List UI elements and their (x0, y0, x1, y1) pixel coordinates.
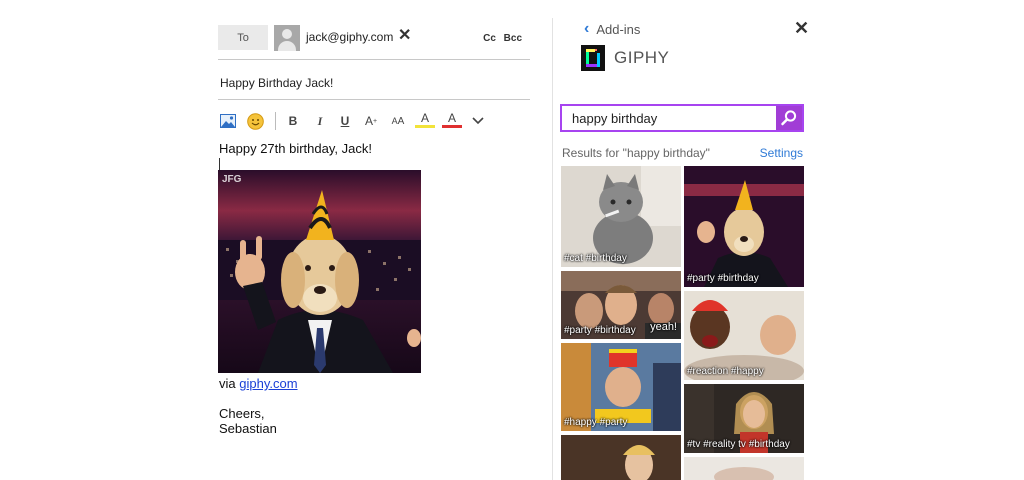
result-tags: #cat #birthday (564, 253, 627, 264)
giphy-link[interactable]: giphy.com (239, 376, 297, 391)
cc-bcc-button[interactable]: Cc Bcc (483, 33, 522, 44)
divider (218, 59, 530, 60)
underline-button[interactable]: U (335, 110, 355, 132)
result-cat-birthday[interactable]: #cat #birthday (561, 166, 681, 267)
chevron-left-icon: ‹ (584, 20, 590, 37)
result-tags: #party #birthday (564, 325, 636, 336)
search-input[interactable] (562, 106, 772, 130)
grow-font-button[interactable]: A + (361, 110, 381, 132)
results-label: Results for "happy birthday" (562, 146, 710, 160)
search-box (560, 104, 804, 132)
result-extra-2[interactable] (684, 457, 804, 480)
app-name: GIPHY (614, 48, 670, 67)
to-row: To jack@giphy.com ✕ Cc Bcc (218, 25, 530, 53)
close-icon[interactable]: ✕ (794, 18, 809, 39)
to-button[interactable]: To (218, 25, 268, 50)
via-line: via giphy.com (219, 376, 298, 391)
result-reaction-happy[interactable]: #reaction #happy (684, 291, 804, 380)
emoji-icon[interactable] (245, 110, 265, 132)
back-to-addins[interactable]: ‹ Add-ins (584, 20, 640, 38)
result-tags: #happy #party (564, 417, 628, 428)
result-tv-birthday[interactable]: #tv #reality tv #birthday (684, 384, 804, 453)
remove-recipient-icon[interactable]: ✕ (398, 28, 411, 44)
subject-field[interactable]: Happy Birthday Jack! (220, 76, 333, 90)
pane-divider (552, 18, 553, 480)
image-icon[interactable] (218, 110, 238, 132)
shrink-font-button[interactable]: AA (388, 110, 408, 132)
signature: Cheers, Sebastian (219, 406, 277, 436)
chevron-down-icon[interactable] (468, 110, 488, 132)
result-extra-1[interactable] (561, 435, 681, 480)
result-party-yeah[interactable]: yeah! #party #birthday (561, 271, 681, 339)
format-toolbar: B I U A + AA A A (218, 110, 530, 132)
recipient-chip[interactable]: jack@giphy.com (306, 30, 393, 44)
avatar (274, 25, 300, 51)
result-party-birthday-dog[interactable]: #party #birthday (684, 166, 804, 287)
result-tags: #tv #reality tv #birthday (687, 439, 790, 450)
compose-pane: To jack@giphy.com ✕ Cc Bcc Happy Birthda… (218, 0, 530, 480)
bold-button[interactable]: B (283, 110, 303, 132)
text-caret (219, 158, 220, 170)
font-color-button[interactable]: A (442, 110, 462, 128)
search-icon[interactable] (776, 106, 802, 130)
result-tags: #reaction #happy (687, 366, 764, 377)
birthday-dog-gif: JFG (218, 170, 421, 373)
italic-button[interactable]: I (310, 110, 330, 132)
body-greeting[interactable]: Happy 27th birthday, Jack! (219, 141, 372, 156)
highlight-button[interactable]: A (415, 110, 435, 128)
result-happy-party[interactable]: #happy #party (561, 343, 681, 431)
gif-caption: yeah! (650, 321, 677, 333)
giphy-logo (581, 45, 605, 71)
toolbar-separator (275, 112, 276, 130)
gif-watermark: JFG (222, 174, 242, 185)
giphy-addin-pane: ‹ Add-ins ✕ GIPHY Results for "happy bir… (556, 0, 824, 480)
divider (218, 99, 530, 100)
result-tags: #party #birthday (687, 273, 759, 284)
settings-link[interactable]: Settings (760, 146, 803, 160)
